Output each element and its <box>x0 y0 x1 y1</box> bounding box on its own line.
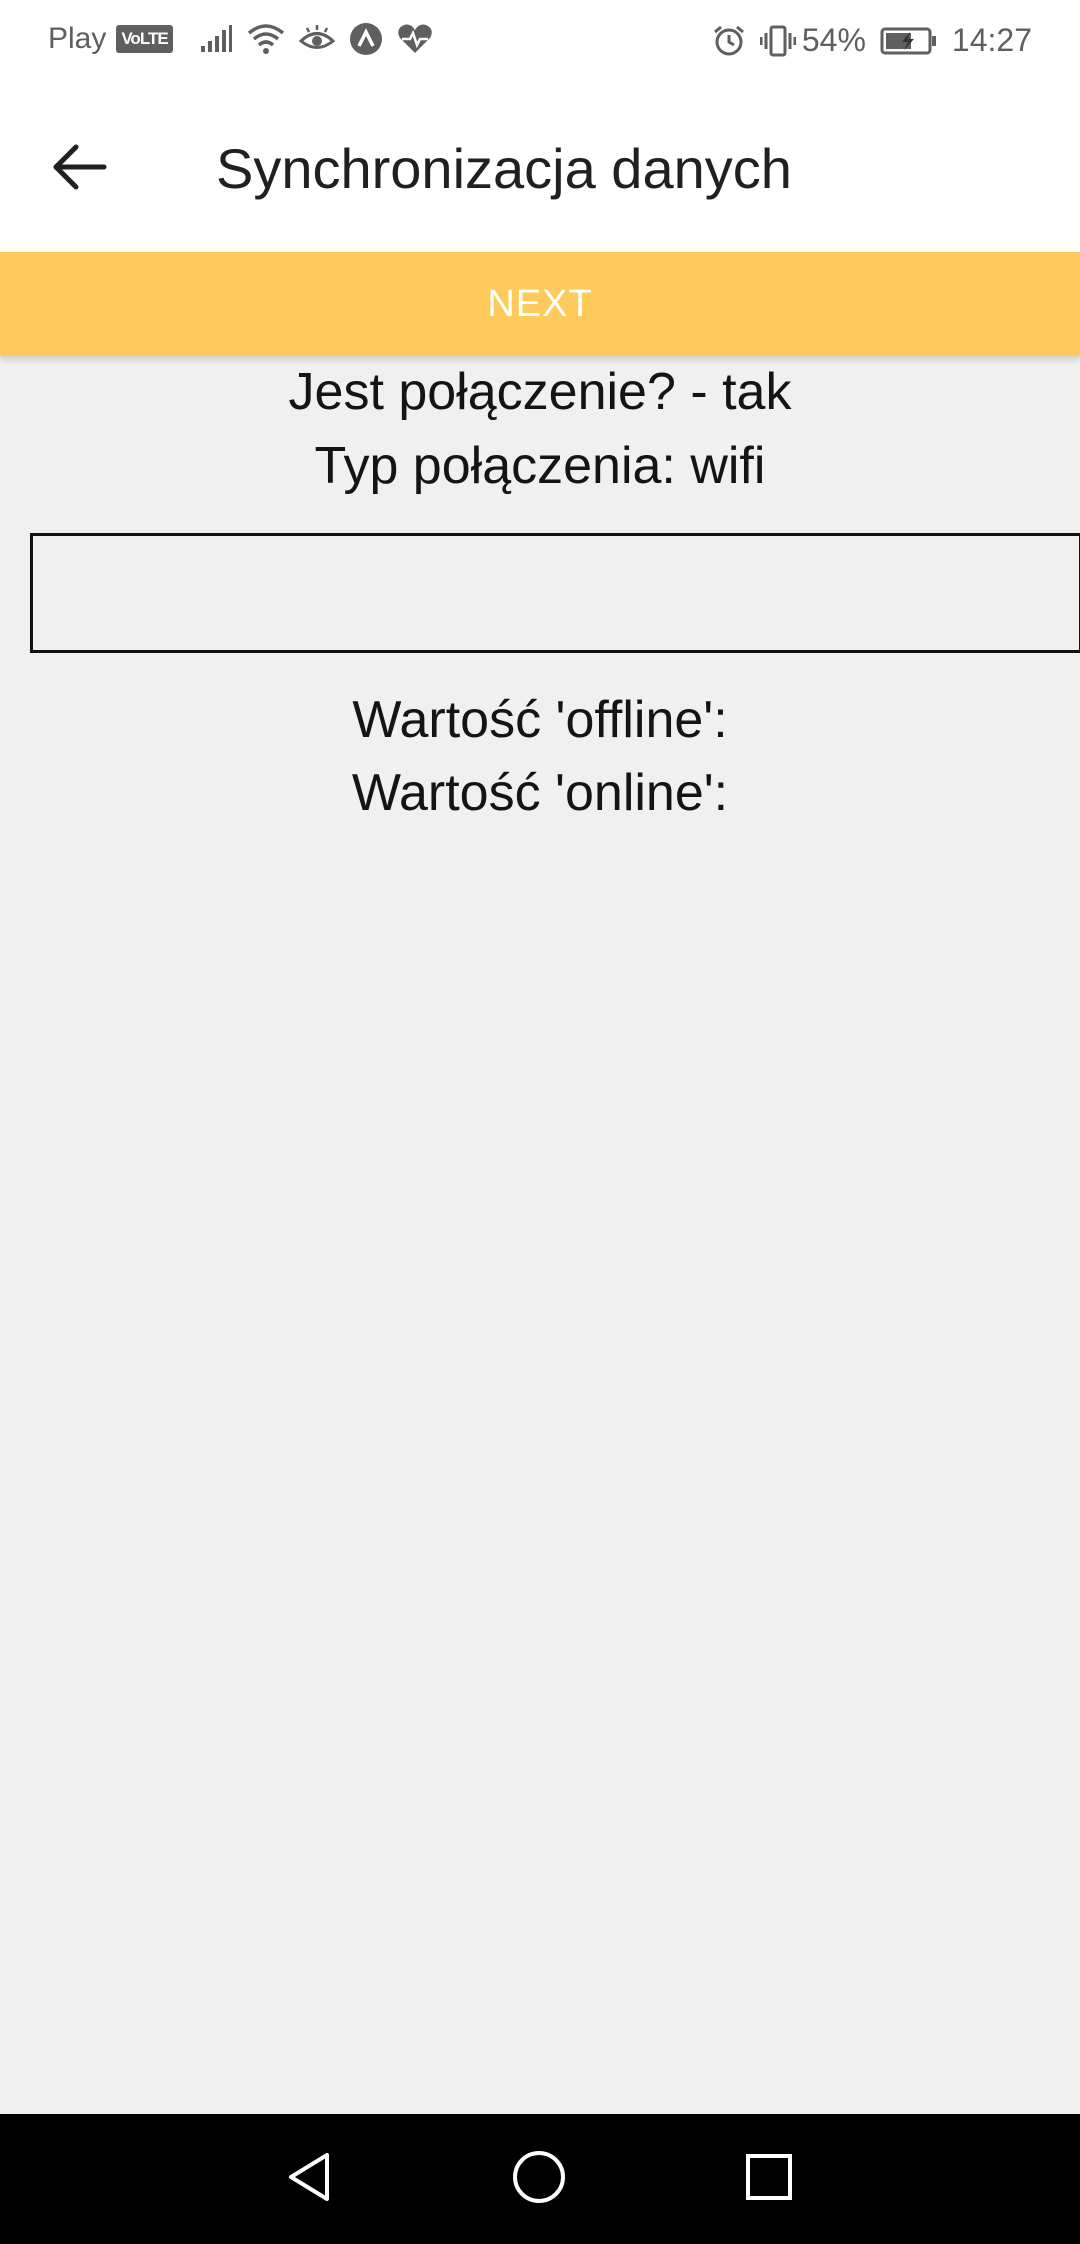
eye-icon <box>298 24 335 54</box>
nav-home-button[interactable] <box>494 2142 584 2216</box>
recents-square-icon <box>743 2151 795 2208</box>
connection-status-text: Jest połączenie? - tak <box>288 363 792 421</box>
clock-time: 14:27 <box>951 22 1032 58</box>
volte-badge: VoLTE <box>116 25 173 53</box>
next-button[interactable]: NEXT <box>0 252 1080 356</box>
back-button[interactable] <box>40 134 120 204</box>
page-title: Synchronizacja danych <box>216 137 792 200</box>
offline-value-text: Wartość 'offline': <box>352 691 728 749</box>
battery-percent: 54% <box>801 22 866 58</box>
status-bar-left: Play VoLTE <box>48 22 433 56</box>
system-nav-bar <box>0 2114 1080 2244</box>
status-bar: Play VoLTE 54% 14:27 <box>0 0 1080 84</box>
wifi-icon <box>247 23 285 55</box>
connection-type-text: Typ połączenia: wifi <box>314 437 766 495</box>
signal-icon <box>199 24 233 54</box>
nav-back-button[interactable] <box>264 2142 354 2216</box>
carrier-name: Play <box>48 22 107 55</box>
back-triangle-icon <box>281 2149 337 2210</box>
online-value-text: Wartość 'online': <box>351 764 729 822</box>
app-icon <box>349 22 383 56</box>
heart-rate-icon <box>397 23 433 55</box>
app-bar: Synchronizacja danych <box>0 84 1080 252</box>
alarm-icon <box>712 24 746 58</box>
nav-recents-button[interactable] <box>724 2142 814 2216</box>
battery-charging-icon <box>880 26 938 56</box>
arrow-left-icon <box>52 143 108 196</box>
home-circle-icon <box>510 2148 568 2211</box>
vibrate-icon <box>759 24 796 58</box>
value-input[interactable] <box>30 533 1080 653</box>
status-bar-right: 54% 14:27 <box>698 22 1032 59</box>
